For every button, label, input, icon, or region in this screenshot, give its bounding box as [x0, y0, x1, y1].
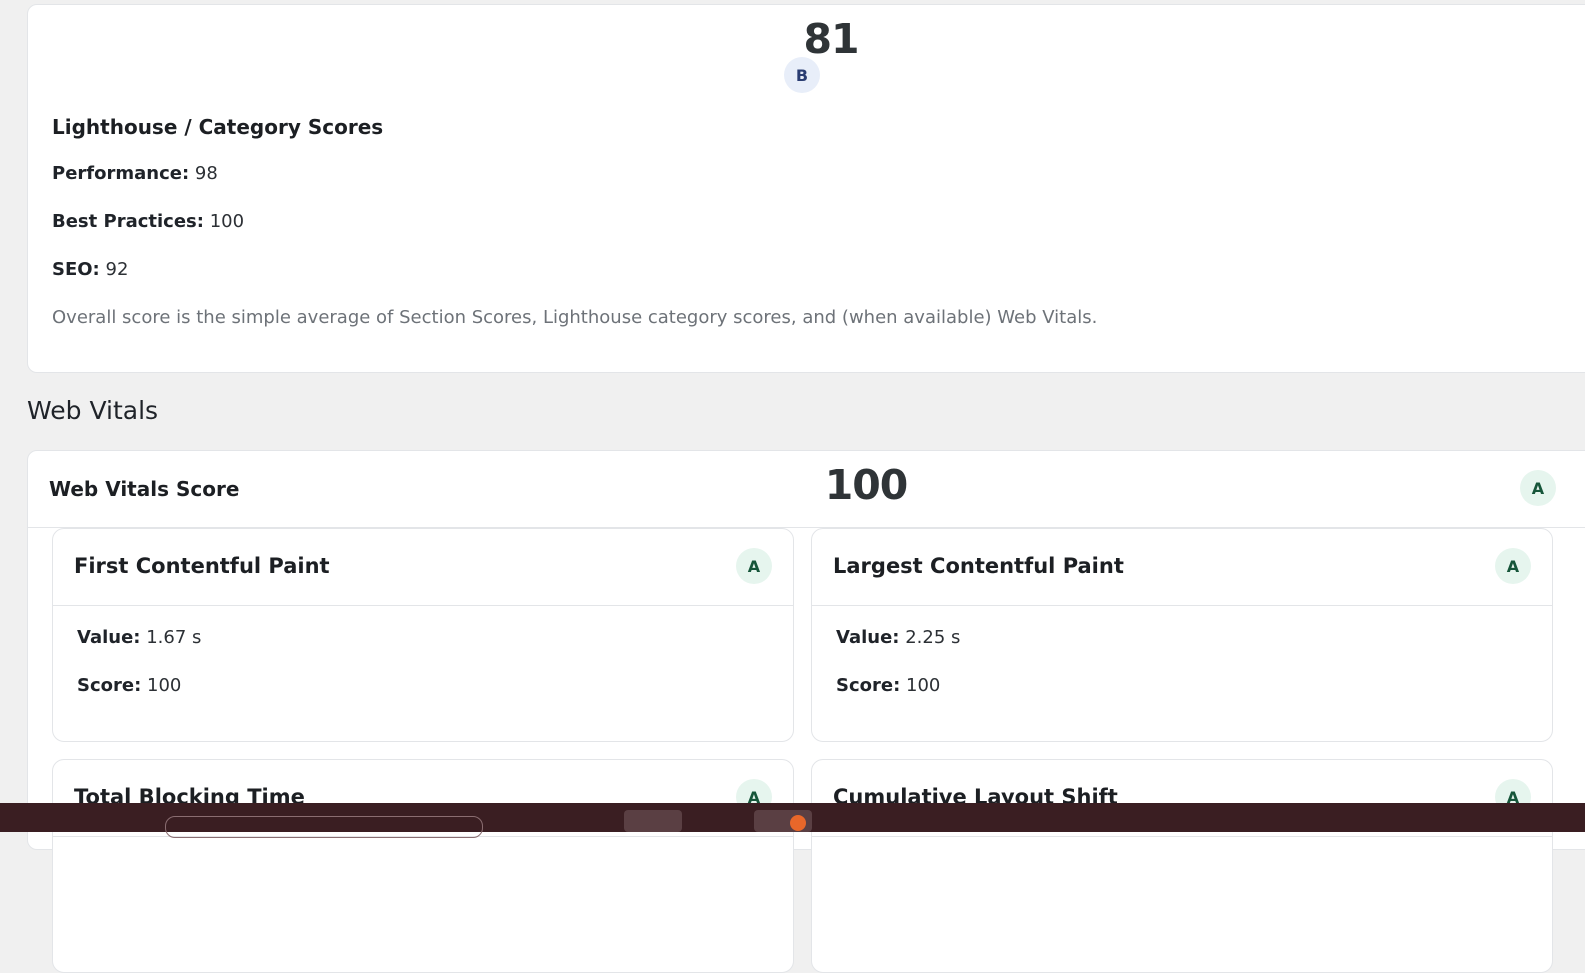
os-taskbar	[0, 803, 1585, 838]
category-value: 100	[209, 211, 245, 232]
metric-card-lcp: Largest Contentful Paint A Value: 2.25 s…	[811, 528, 1553, 742]
metric-grade-badge: A	[736, 548, 772, 584]
overall-score-value: 81	[803, 15, 859, 63]
category-value: 92	[105, 259, 129, 280]
category-label: Performance:	[52, 163, 190, 184]
metric-value-label: Value:	[836, 627, 900, 648]
metric-value: Value: 1.67 s	[77, 627, 201, 648]
taskbar-app-button[interactable]	[624, 810, 682, 832]
metric-score-text: 100	[147, 675, 182, 696]
category-label: SEO:	[52, 259, 100, 280]
category-seo: SEO: 92	[52, 259, 128, 280]
metric-card-fcp: First Contentful Paint A Value: 1.67 s S…	[52, 528, 794, 742]
metric-value: Value: 2.25 s	[836, 627, 960, 648]
metric-card-cls: Cumulative Layout Shift A	[811, 759, 1553, 973]
category-label: Best Practices:	[52, 211, 204, 232]
taskbar-search-box[interactable]	[165, 816, 483, 838]
metric-score-label: Score:	[836, 675, 901, 696]
lighthouse-title: Lighthouse / Category Scores	[52, 115, 384, 139]
metric-header: First Contentful Paint A	[53, 529, 793, 606]
metric-value-text: 2.25 s	[905, 627, 961, 648]
web-vitals-card: Web Vitals Score 100 A First Contentful …	[27, 450, 1585, 973]
overall-grade-badge: B	[784, 57, 820, 93]
web-vitals-grade-badge: A	[1520, 470, 1556, 506]
metric-card-tbt: Total Blocking Time A	[52, 759, 794, 973]
metric-score: Score: 100	[836, 675, 940, 696]
metric-grade-badge: A	[1495, 548, 1531, 584]
metric-title: Largest Contentful Paint	[833, 554, 1124, 578]
metric-score-label: Score:	[77, 675, 142, 696]
web-vitals-heading: Web Vitals	[27, 396, 159, 425]
metric-value-label: Value:	[77, 627, 141, 648]
overall-score-note: Overall score is the simple average of S…	[52, 307, 1098, 328]
notification-badge-icon	[790, 815, 806, 831]
metric-header: Largest Contentful Paint A	[812, 529, 1552, 606]
category-value: 98	[194, 163, 218, 184]
metric-title: First Contentful Paint	[74, 554, 330, 578]
metric-value-text: 1.67 s	[146, 627, 202, 648]
overall-score-card: 81 B Lighthouse / Category Scores Perfor…	[27, 4, 1585, 373]
category-best-practices: Best Practices: 100	[52, 211, 244, 232]
metric-score: Score: 100	[77, 675, 181, 696]
web-vitals-score-value: 100	[824, 461, 909, 509]
metric-score-text: 100	[906, 675, 941, 696]
category-performance: Performance: 98	[52, 163, 218, 184]
